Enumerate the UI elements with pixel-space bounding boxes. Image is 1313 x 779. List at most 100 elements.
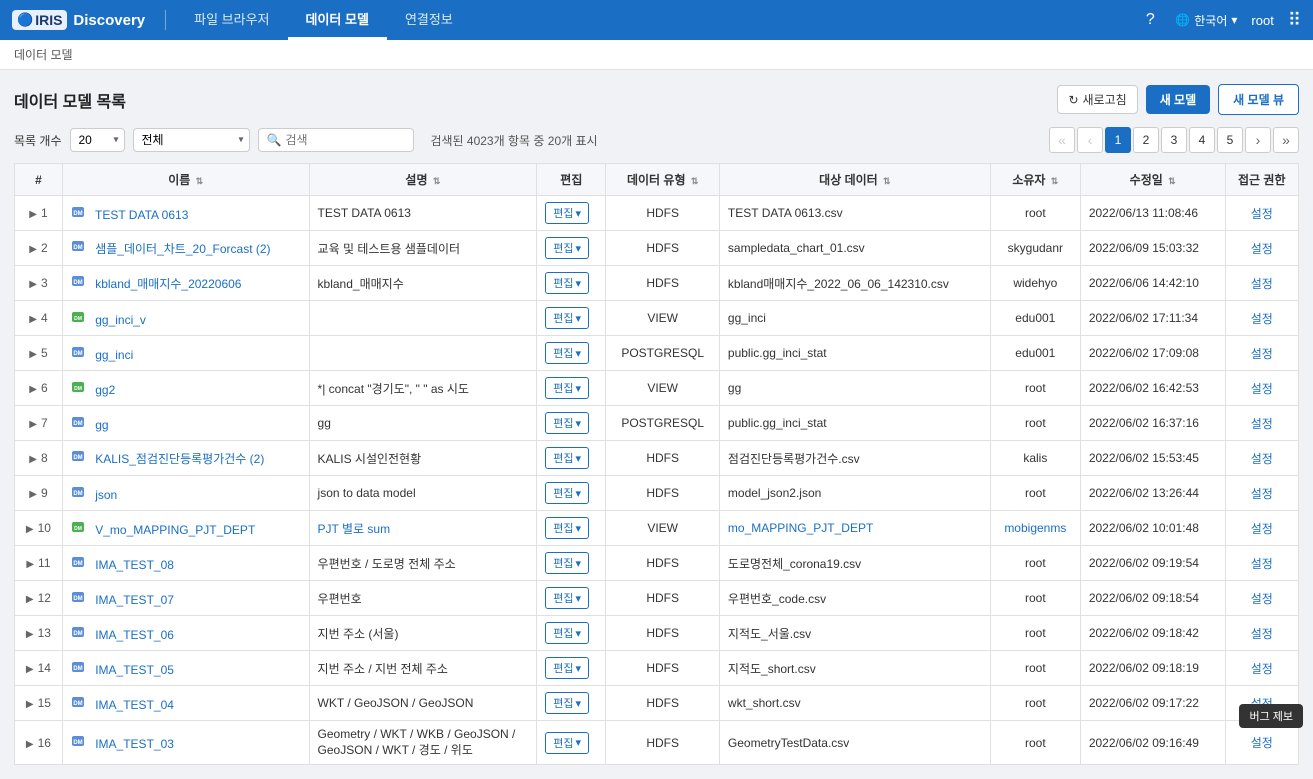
cell-name[interactable]: DM IMA_TEST_05 xyxy=(62,651,309,686)
col-header-target[interactable]: 대상 데이터 ⇅ xyxy=(719,164,990,196)
edit-button[interactable]: 편집 ▾ xyxy=(545,377,589,399)
edit-button[interactable]: 편집 ▾ xyxy=(545,447,589,469)
access-settings-link[interactable]: 설정 xyxy=(1251,736,1273,750)
row-expand-icon[interactable]: ▶ xyxy=(29,279,37,290)
model-name-link[interactable]: V_mo_MAPPING_PJT_DEPT xyxy=(95,523,255,537)
row-expand-icon[interactable]: ▶ xyxy=(26,559,34,570)
access-settings-link[interactable]: 설정 xyxy=(1251,312,1273,326)
edit-button[interactable]: 편집 ▾ xyxy=(545,732,589,754)
edit-button[interactable]: 편집 ▾ xyxy=(545,482,589,504)
model-name-link[interactable]: 샘플_데이터_차트_20_Forcast (2) xyxy=(95,242,270,256)
cell-access[interactable]: 설정 xyxy=(1225,406,1298,441)
cell-name[interactable]: DM gg_inci xyxy=(62,336,309,371)
edit-button[interactable]: 편집 ▾ xyxy=(545,692,589,714)
model-name-link[interactable]: TEST DATA 0613 xyxy=(95,208,188,222)
col-header-name[interactable]: 이름 ⇅ xyxy=(62,164,309,196)
cell-name[interactable]: DM IMA_TEST_04 xyxy=(62,686,309,721)
access-settings-link[interactable]: 설정 xyxy=(1251,207,1273,221)
model-name-link[interactable]: gg_inci_v xyxy=(95,313,146,327)
model-name-link[interactable]: IMA_TEST_07 xyxy=(95,593,174,607)
new-model-button[interactable]: 새 모델 xyxy=(1146,85,1210,114)
row-expand-icon[interactable]: ▶ xyxy=(26,594,34,605)
model-name-link[interactable]: IMA_TEST_04 xyxy=(95,698,174,712)
prev-page-button[interactable]: ‹ xyxy=(1077,127,1103,153)
cell-access[interactable]: 설정 xyxy=(1225,301,1298,336)
nav-item-file-browser[interactable]: 파일 브라우저 xyxy=(176,0,287,40)
cell-access[interactable]: 설정 xyxy=(1225,476,1298,511)
edit-button[interactable]: 편집 ▾ xyxy=(545,272,589,294)
cell-name[interactable]: DM 샘플_데이터_차트_20_Forcast (2) xyxy=(62,231,309,266)
access-settings-link[interactable]: 설정 xyxy=(1251,557,1273,571)
col-header-modified[interactable]: 수정일 ⇅ xyxy=(1080,164,1225,196)
row-expand-icon[interactable]: ▶ xyxy=(29,419,37,430)
edit-button[interactable]: 편집 ▾ xyxy=(545,237,589,259)
cell-name[interactable]: DM TEST DATA 0613 xyxy=(62,196,309,231)
cell-access[interactable]: 설정 xyxy=(1225,196,1298,231)
model-name-link[interactable]: gg2 xyxy=(95,383,115,397)
edit-button[interactable]: 편집 ▾ xyxy=(545,412,589,434)
cell-name[interactable]: DM IMA_TEST_06 xyxy=(62,616,309,651)
nav-item-connection[interactable]: 연결정보 xyxy=(387,0,471,40)
help-icon[interactable]: ? xyxy=(1139,9,1161,31)
row-expand-icon[interactable]: ▶ xyxy=(29,314,37,325)
model-name-link[interactable]: IMA_TEST_03 xyxy=(95,737,174,751)
cell-name[interactable]: DM IMA_TEST_03 xyxy=(62,721,309,765)
access-settings-link[interactable]: 설정 xyxy=(1251,242,1273,256)
model-name-link[interactable]: json xyxy=(95,488,117,502)
search-input[interactable] xyxy=(285,133,405,147)
edit-button[interactable]: 편집 ▾ xyxy=(545,342,589,364)
cell-access[interactable]: 설정 xyxy=(1225,336,1298,371)
access-settings-link[interactable]: 설정 xyxy=(1251,627,1273,641)
cell-name[interactable]: DM gg2 xyxy=(62,371,309,406)
col-header-owner[interactable]: 소유자 ⇅ xyxy=(990,164,1080,196)
language-selector[interactable]: 🌐 한국어 ▾ xyxy=(1175,12,1237,29)
cell-access[interactable]: 설정 xyxy=(1225,511,1298,546)
access-settings-link[interactable]: 설정 xyxy=(1251,277,1273,291)
model-name-link[interactable]: gg xyxy=(95,418,108,432)
page-4-button[interactable]: 4 xyxy=(1189,127,1215,153)
nav-item-data-model[interactable]: 데이터 모델 xyxy=(288,0,387,40)
cell-name[interactable]: DM json xyxy=(62,476,309,511)
cell-name[interactable]: DM gg_inci_v xyxy=(62,301,309,336)
refresh-button[interactable]: ↻ 새로고침 xyxy=(1057,85,1137,114)
row-expand-icon[interactable]: ▶ xyxy=(26,524,34,535)
user-menu[interactable]: root xyxy=(1251,13,1273,28)
cell-name[interactable]: DM IMA_TEST_08 xyxy=(62,546,309,581)
edit-button[interactable]: 편집 ▾ xyxy=(545,202,589,224)
logo[interactable]: 🔵 IRIS Discovery xyxy=(12,10,145,30)
model-name-link[interactable]: IMA_TEST_05 xyxy=(95,663,174,677)
page-2-button[interactable]: 2 xyxy=(1133,127,1159,153)
model-name-link[interactable]: IMA_TEST_08 xyxy=(95,558,174,572)
last-page-button[interactable]: » xyxy=(1273,127,1299,153)
model-name-link[interactable]: kbland_매매지수_20220606 xyxy=(95,277,241,291)
cell-name[interactable]: DM gg xyxy=(62,406,309,441)
access-settings-link[interactable]: 설정 xyxy=(1251,417,1273,431)
access-settings-link[interactable]: 설정 xyxy=(1251,662,1273,676)
cell-name[interactable]: DM IMA_TEST_07 xyxy=(62,581,309,616)
cell-access[interactable]: 설정 xyxy=(1225,231,1298,266)
first-page-button[interactable]: « xyxy=(1049,127,1075,153)
page-5-button[interactable]: 5 xyxy=(1217,127,1243,153)
cell-name[interactable]: DM V_mo_MAPPING_PJT_DEPT xyxy=(62,511,309,546)
edit-button[interactable]: 편집 ▾ xyxy=(545,657,589,679)
row-expand-icon[interactable]: ▶ xyxy=(29,244,37,255)
edit-button[interactable]: 편집 ▾ xyxy=(545,587,589,609)
row-expand-icon[interactable]: ▶ xyxy=(29,384,37,395)
new-model-view-button[interactable]: 새 모델 뷰 xyxy=(1218,84,1299,115)
col-header-desc[interactable]: 설명 ⇅ xyxy=(309,164,537,196)
row-expand-icon[interactable]: ▶ xyxy=(26,664,34,675)
page-3-button[interactable]: 3 xyxy=(1161,127,1187,153)
edit-button[interactable]: 편집 ▾ xyxy=(545,552,589,574)
cell-access[interactable]: 설정 xyxy=(1225,581,1298,616)
row-expand-icon[interactable]: ▶ xyxy=(29,454,37,465)
cell-access[interactable]: 설정 xyxy=(1225,441,1298,476)
filter-select[interactable]: 전체 HDFS VIEW POSTGRESQL xyxy=(133,128,250,152)
edit-button[interactable]: 편집 ▾ xyxy=(545,307,589,329)
row-expand-icon[interactable]: ▶ xyxy=(26,629,34,640)
model-name-link[interactable]: IMA_TEST_06 xyxy=(95,628,174,642)
access-settings-link[interactable]: 설정 xyxy=(1251,452,1273,466)
edit-button[interactable]: 편집 ▾ xyxy=(545,622,589,644)
cell-access[interactable]: 설정 xyxy=(1225,616,1298,651)
access-settings-link[interactable]: 설정 xyxy=(1251,592,1273,606)
cell-access[interactable]: 설정 xyxy=(1225,546,1298,581)
